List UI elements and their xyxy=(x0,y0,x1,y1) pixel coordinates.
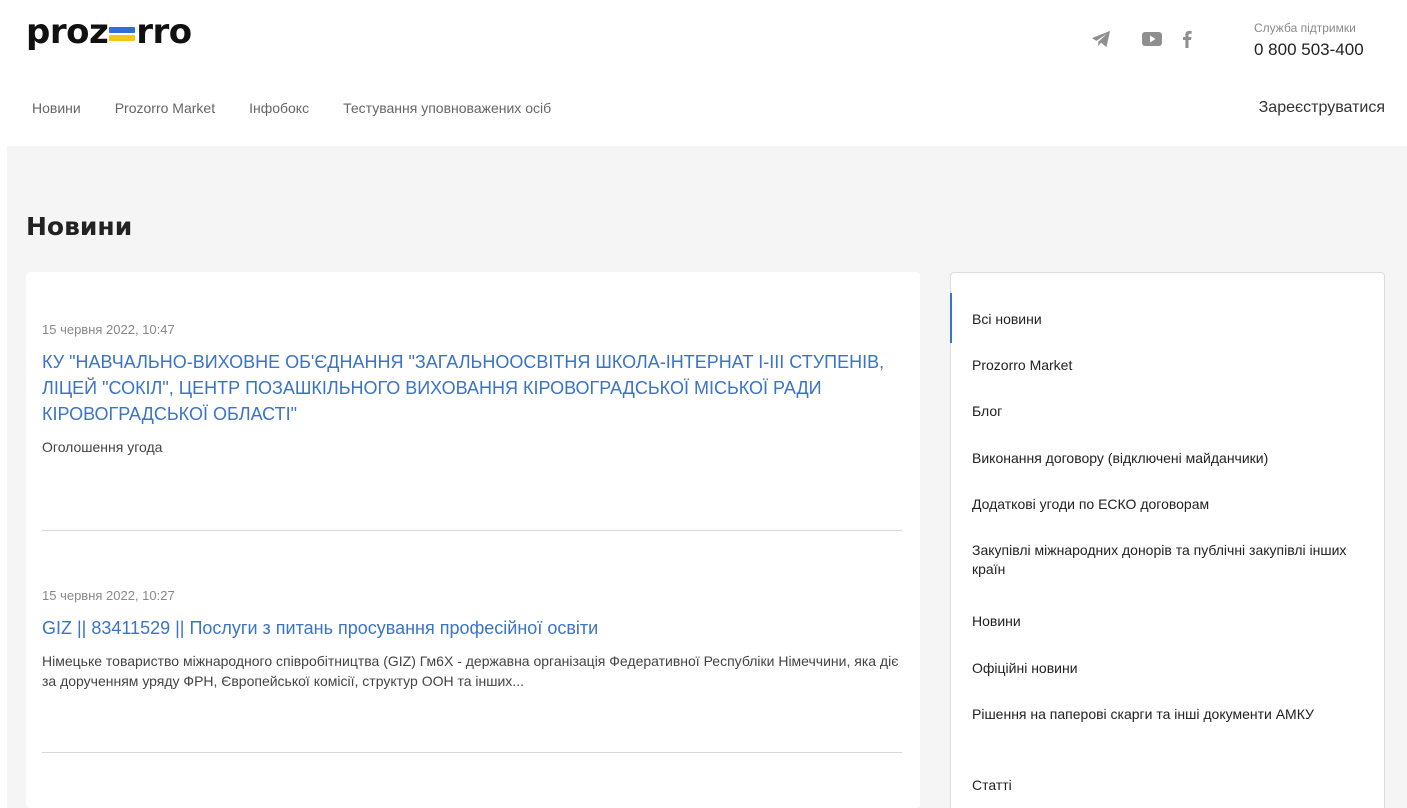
telegram-icon[interactable] xyxy=(1090,28,1112,50)
sidebar-item-international-donors[interactable]: Закупівлі міжнародних донорів та публічн… xyxy=(972,541,1362,579)
site-header: proz rro Служба підтримки 0 800 503-400 … xyxy=(0,0,1407,146)
support-label: Служба підтримки xyxy=(1254,21,1356,35)
news-date: 15 червня 2022, 10:27 xyxy=(42,588,175,603)
nav-item-news[interactable]: Новини xyxy=(32,100,81,116)
sidebar-item-all-news[interactable]: Всі новини xyxy=(972,310,1362,329)
support-phone[interactable]: 0 800 503-400 xyxy=(1254,40,1364,60)
news-description: Оголошення угода xyxy=(42,439,163,455)
facebook-icon[interactable] xyxy=(1182,28,1192,50)
news-description: Німецьке товариство міжнародного співроб… xyxy=(42,653,899,689)
sidebar-item-official-news[interactable]: Офіційні новини xyxy=(972,659,1362,678)
news-category-sidebar: Всі новини Prozorro Market Блог Виконанн… xyxy=(950,272,1385,808)
page-title: Новини xyxy=(26,212,133,241)
youtube-icon[interactable] xyxy=(1142,28,1162,50)
news-title-link[interactable]: GIZ || 83411529 || Послуги з питань прос… xyxy=(42,615,902,641)
main-nav: Новини Prozorro Market Інфобокс Тестуван… xyxy=(32,100,585,116)
sidebar-item-contract-execution[interactable]: Виконання договору (відключені майданчик… xyxy=(972,449,1362,468)
sidebar-item-amku-decisions[interactable]: Рішення на паперові скарги та інші докум… xyxy=(972,705,1362,724)
news-divider xyxy=(42,530,902,531)
logo-text-left: proz xyxy=(26,12,109,52)
logo-text-right: rro xyxy=(136,12,192,52)
sidebar-item-blog[interactable]: Блог xyxy=(972,402,1362,421)
news-item: 15 червня 2022, 10:47 КУ "НАВЧАЛЬНО-ВИХО… xyxy=(42,322,902,457)
active-indicator xyxy=(950,293,952,343)
news-title-link[interactable]: КУ "НАВЧАЛЬНО-ВИХОВНЕ ОБ'ЄДНАННЯ "ЗАГАЛЬ… xyxy=(42,349,902,427)
news-date: 15 червня 2022, 10:47 xyxy=(42,322,175,337)
sidebar-item-esco-agreements[interactable]: Додаткові угоди по ЕСКО договорам xyxy=(972,495,1362,514)
sidebar-item-articles[interactable]: Статті xyxy=(972,776,1362,795)
register-link[interactable]: Зареєструватися xyxy=(1259,99,1385,117)
nav-item-testing[interactable]: Тестування уповноважених осіб xyxy=(343,100,551,116)
news-list: 15 червня 2022, 10:47 КУ "НАВЧАЛЬНО-ВИХО… xyxy=(26,272,920,808)
news-divider xyxy=(42,752,902,753)
sidebar-item-prozorro-market[interactable]: Prozorro Market xyxy=(972,356,1362,375)
sidebar-item-news[interactable]: Новини xyxy=(972,612,1362,631)
nav-item-infobox[interactable]: Інфобокс xyxy=(249,100,309,116)
news-item: 15 червня 2022, 10:27 GIZ || 83411529 ||… xyxy=(42,588,902,691)
ukraine-flag-icon xyxy=(109,27,136,41)
nav-item-prozorro-market[interactable]: Prozorro Market xyxy=(115,100,215,116)
prozorro-logo[interactable]: proz rro xyxy=(26,12,192,52)
